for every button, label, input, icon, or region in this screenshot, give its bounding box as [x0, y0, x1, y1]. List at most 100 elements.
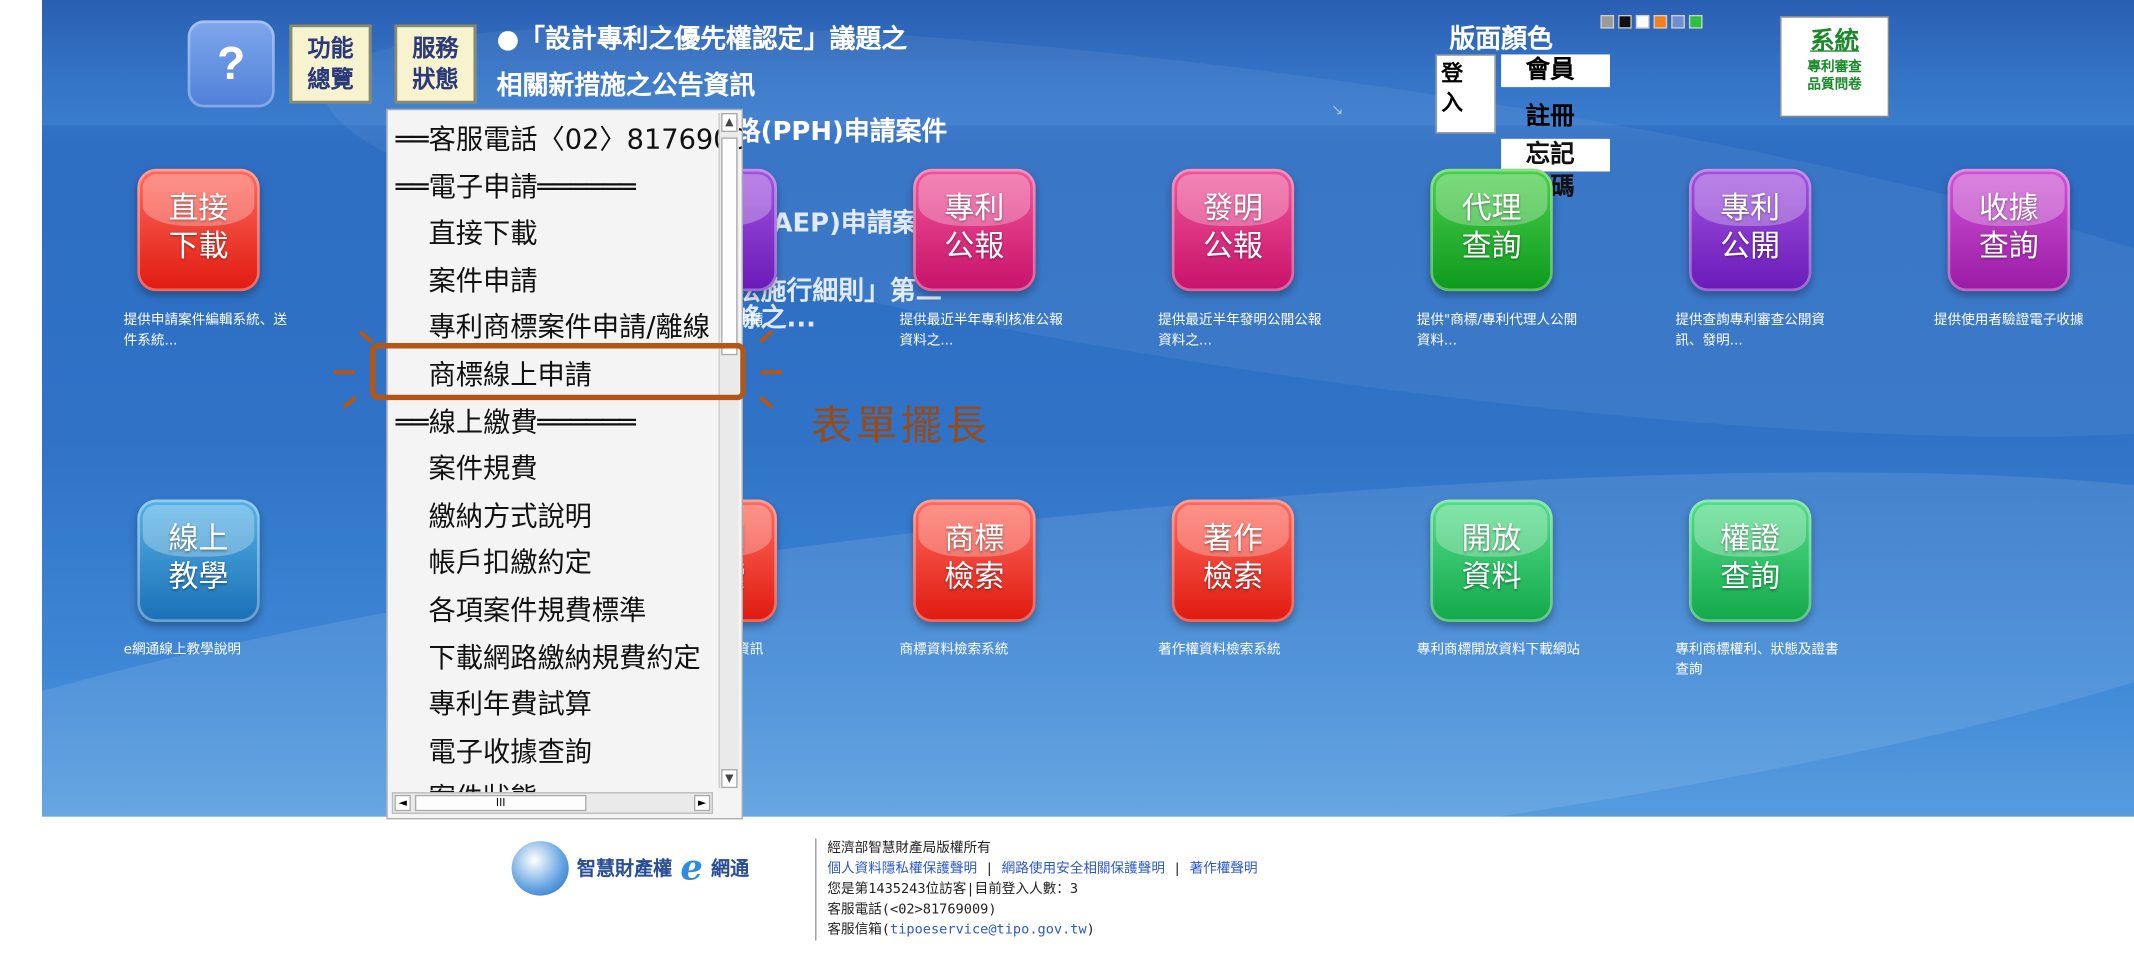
tile-label: 公開	[1720, 230, 1781, 265]
tile-label: 發明	[1202, 191, 1263, 226]
tile-description[interactable]: e網通線上教學說明	[124, 640, 287, 660]
news-line[interactable]: ●「設計專利之優先權認定」議題之	[497, 16, 1041, 62]
dropdown-item[interactable]: ══電子申請══════	[396, 163, 636, 209]
theme-swatch[interactable]	[1635, 14, 1650, 29]
login-button[interactable]: 登 入	[1435, 54, 1496, 134]
dropdown-item[interactable]: 下載網路繳納規費約定	[429, 634, 701, 680]
app-tile[interactable]: 專利 公報	[913, 168, 1036, 292]
mail-label: 客服信箱(	[827, 922, 891, 938]
system-survey-button[interactable]: 系統 專利審查 品質問卷	[1780, 16, 1890, 118]
tile-description[interactable]: 商標資料檢索系統	[899, 640, 1062, 660]
dropdown-item[interactable]: 各項案件規費標準	[429, 587, 647, 633]
theme-swatch[interactable]	[1600, 14, 1615, 29]
app-tile[interactable]: 代理 查詢	[1430, 168, 1553, 292]
tile-label: 專利	[1720, 191, 1781, 226]
tile-label: 權證	[1720, 522, 1781, 557]
mail-link[interactable]: tipoeservice@tipo.gov.tw	[890, 923, 1087, 938]
highlight-ray	[333, 370, 356, 375]
theme-swatch[interactable]	[1688, 14, 1703, 29]
tile-label: 收據	[1978, 191, 2039, 226]
forgot-label: 忘記	[1501, 138, 1610, 172]
register-button[interactable]: 註冊	[1501, 101, 1610, 134]
dropdown-item[interactable]: ══線上繳費══════	[396, 398, 636, 444]
member-button[interactable]: 會員	[1501, 54, 1610, 88]
dropdown-item[interactable]: ══客服電話〈02〉81769009	[396, 116, 742, 162]
tile-description[interactable]: 提供使用者驗證電子收據	[1934, 310, 2097, 330]
scroll-thumb[interactable]: III	[414, 794, 587, 812]
logo-text: 智慧財產權	[576, 858, 673, 881]
scroll-left-icon[interactable]: ◄	[394, 794, 411, 812]
security-link[interactable]: 網路使用安全相關保護聲明	[1002, 862, 1165, 877]
tile-description[interactable]: 專利商標權利、狀態及證書查詢	[1675, 640, 1838, 681]
dropdown-item[interactable]: 專利年費試算	[429, 681, 592, 727]
vertical-scrollbar[interactable]: ▲ ▼	[718, 112, 739, 789]
app-tile[interactable]: 開放 資料	[1430, 499, 1553, 623]
app-tile[interactable]: 發明 公報	[1171, 168, 1295, 292]
logo-tail: 網通	[711, 858, 750, 881]
scroll-right-icon[interactable]: ►	[693, 794, 711, 812]
theme-swatches	[1600, 14, 1703, 29]
service-status-button[interactable]: 服務 狀態	[394, 24, 477, 104]
resize-icon[interactable]: ↘	[1331, 101, 1344, 119]
tile-description[interactable]: 提供最近半年發明公開公報資料之...	[1158, 310, 1321, 351]
tile-label: 公報	[944, 230, 1005, 265]
page: ? 功能 總覽 服務 狀態 ●「設計專利之優先權認定」議題之 相關新措施之公告資…	[42, 0, 2134, 961]
highlight-ray	[758, 395, 774, 410]
copyright: 經濟部智慧財產局版權所有	[827, 841, 991, 857]
system-sub: 品質問卷	[1807, 77, 1862, 93]
app-tile[interactable]: 權證 查詢	[1688, 499, 1812, 623]
app-tile[interactable]: 收據 查詢	[1947, 168, 2071, 292]
tile-description[interactable]: 著作權資料檢索系統	[1158, 640, 1321, 660]
highlight-frame	[370, 342, 746, 401]
service-mail: 客服信箱(tipoeservice@tipo.gov.tw)	[827, 920, 1414, 940]
tile-description[interactable]: 提供"商標/專利代理人公開資料...	[1417, 310, 1580, 351]
callout-text: 表單擺長	[811, 402, 991, 451]
copyright-link[interactable]: 著作權聲明	[1190, 862, 1258, 877]
privacy-link[interactable]: 個人資料隱私權保護聲明	[827, 862, 977, 877]
dropdown-item[interactable]: 直接下載	[429, 210, 538, 256]
app-tile[interactable]: 商標 檢索	[913, 499, 1036, 623]
logo-e: e	[680, 847, 703, 889]
system-sub: 專利審查	[1807, 59, 1862, 75]
app-tile[interactable]: 著作 檢索	[1171, 499, 1295, 623]
app-tile[interactable]: 線上 教學	[137, 499, 260, 623]
footer-logo[interactable]: 智慧財產權 e 網通	[511, 841, 750, 896]
horizontal-scrollbar[interactable]: ◄ III ►	[391, 792, 714, 814]
tipo-logo-icon	[511, 841, 569, 896]
tile-label: 檢索	[1202, 560, 1263, 595]
tile-label: 商標	[944, 522, 1005, 557]
app-tile[interactable]: 專利 公開	[1688, 168, 1812, 292]
theme-swatch[interactable]	[1618, 14, 1632, 29]
tile-description[interactable]: 申請	[736, 310, 899, 330]
app-tile[interactable]: 直接 下載	[137, 168, 260, 292]
highlight-ray	[342, 395, 358, 410]
scroll-thumb[interactable]	[721, 137, 738, 356]
tile-description[interactable]: 專利商標開放資料下載網站	[1417, 640, 1580, 660]
tile-label: 下載	[168, 230, 229, 265]
feature-overview-button[interactable]: 功能 總覽	[289, 24, 372, 104]
dropdown-item[interactable]: 電子收據查詢	[429, 728, 592, 774]
tile-label: 資料	[1461, 560, 1522, 595]
dropdown-item[interactable]: 案件規費	[429, 445, 538, 491]
highlight-ray	[760, 370, 783, 375]
help-icon[interactable]: ?	[187, 20, 275, 108]
tile-label: 查詢	[1720, 560, 1781, 595]
tile-description[interactable]: 提供最近半年專利核准公報資料之...	[899, 310, 1062, 351]
theme-swatch[interactable]	[1653, 14, 1668, 29]
scroll-down-icon[interactable]: ▼	[721, 769, 738, 789]
dropdown-item[interactable]: 繳納方式說明	[429, 492, 592, 538]
tile-label: 教學	[168, 560, 229, 595]
dropdown-item[interactable]: 帳戶扣繳約定	[429, 540, 592, 586]
service-status-dropdown[interactable]: ══客服電話〈02〉81769009 ══電子申請══════ 直接下載 案件申請專利…	[386, 108, 743, 820]
tile-label: 查詢	[1978, 230, 2039, 265]
tile-label: 開放	[1461, 522, 1522, 557]
tile-description[interactable]: 提供申請案件編輯系統、送件系統...	[124, 310, 287, 351]
news-line[interactable]: 相關新措施之公告資訊	[497, 63, 1041, 109]
dropdown-item[interactable]: 案件申請	[429, 257, 538, 303]
login-label: 入	[1441, 89, 1464, 116]
tile-description[interactable]: 資訊	[736, 640, 899, 660]
theme-swatch[interactable]	[1671, 14, 1685, 29]
tile-description[interactable]: 提供查詢專利審查公開資訊、發明...	[1675, 310, 1838, 351]
scroll-up-icon[interactable]: ▲	[721, 112, 738, 133]
feature-overview-label-1: 功能	[307, 35, 354, 63]
